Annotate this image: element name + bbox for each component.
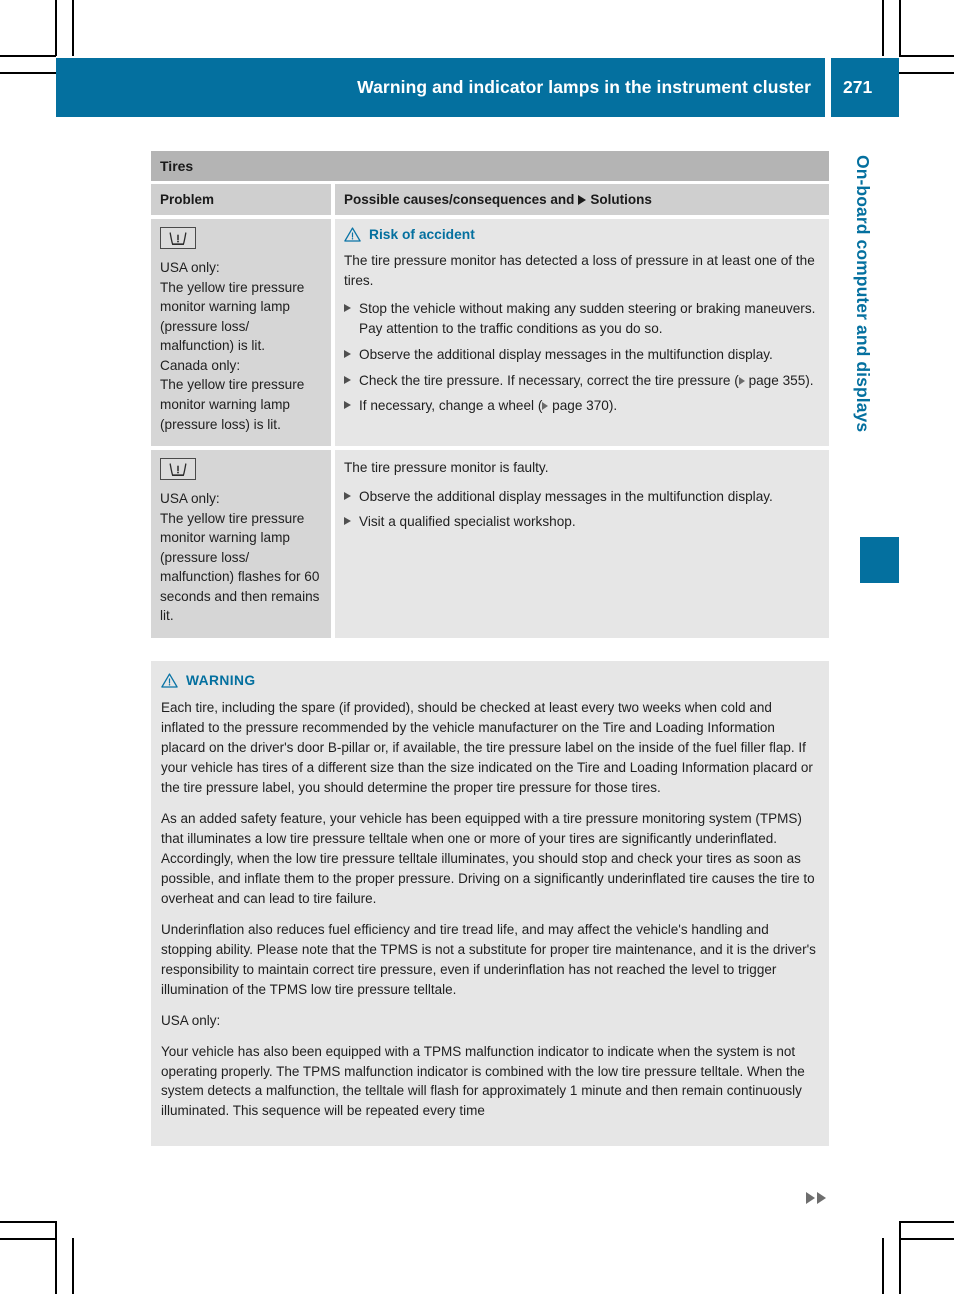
page-ref-triangle-icon — [542, 402, 549, 411]
crop-mark-top-right-v2 — [899, 0, 901, 56]
solution-step-text: Visit a qualified specialist workshop. — [359, 514, 576, 530]
page-reference-label: page 355 — [748, 372, 806, 388]
solution-step: Visit a qualified specialist workshop. — [344, 512, 817, 532]
crop-mark-bottom-left-v1 — [55, 1221, 57, 1294]
warning-triangle-icon — [344, 227, 361, 242]
warning-paragraph: Underinflation also reduces fuel efficie… — [161, 921, 816, 997]
warning-paragraph: Your vehicle has also been equipped with… — [161, 1043, 805, 1119]
crop-mark-top-left-v1 — [55, 0, 57, 56]
warning-triangle-icon — [161, 673, 178, 688]
table-header-row: Problem Possible causes/consequences and… — [151, 184, 829, 215]
continuation-arrows-icon — [806, 1192, 826, 1204]
page-header-bar: Warning and indicator lamps in the instr… — [56, 58, 825, 117]
risk-heading: Risk of accident — [344, 227, 817, 242]
page-title: Warning and indicator lamps in the instr… — [357, 77, 811, 97]
warning-paragraph: USA only: — [161, 1012, 221, 1028]
problem-line: The yellow tire pressure monitor warning… — [160, 510, 320, 624]
table-header-solutions-prefix: Possible causes/consequences and — [344, 192, 575, 207]
table-header-solutions-suffix: Solutions — [590, 192, 652, 207]
crop-mark-top-left-h1 — [0, 55, 56, 57]
continuation-arrow-1 — [806, 1192, 815, 1204]
solution-step: Stop the vehicle without making any sudd… — [344, 299, 817, 338]
chapter-tab-marker — [860, 537, 899, 583]
table-caption: Tires — [151, 151, 829, 181]
step-triangle-icon — [344, 401, 351, 410]
solid-triangle-icon — [578, 195, 587, 205]
step-triangle-icon — [344, 349, 351, 358]
problem-line: The yellow tire pressure monitor warning… — [160, 377, 305, 432]
warning-paragraph: Each tire, including the spare (if provi… — [161, 700, 813, 795]
page-number-block: 271 — [831, 58, 899, 117]
table-cell-problem: USA only: The yellow tire pressure monit… — [151, 450, 331, 638]
crop-mark-bottom-left-h1 — [0, 1221, 56, 1223]
solution-step-text: Observe the additional display messages … — [359, 346, 773, 362]
step-triangle-icon — [344, 304, 351, 313]
tpms-telltale-icon — [160, 458, 196, 481]
crop-mark-bottom-right-h1 — [899, 1221, 954, 1223]
table-row: USA only: The yellow tire pressure monit… — [151, 450, 829, 638]
table-header-solutions: Possible causes/consequences and Solution… — [335, 184, 829, 215]
tpms-telltale-icon — [160, 227, 196, 249]
solution-steps: Observe the additional display messages … — [344, 487, 817, 532]
crop-mark-top-right-h1 — [899, 55, 954, 57]
warning-box-heading-label: WARNING — [186, 673, 256, 688]
cause-text: The tire pressure monitor has detected a… — [344, 253, 815, 288]
continuation-arrow-2 — [817, 1192, 826, 1204]
warning-box: WARNING Each tire, including the spare (… — [151, 661, 829, 1147]
problem-line: The yellow tire pressure monitor warning… — [160, 279, 305, 354]
table-cell-problem: USA only: The yellow tire pressure monit… — [151, 219, 331, 447]
crop-mark-bottom-right-h2 — [899, 1238, 954, 1240]
page-content: Tires Problem Possible causes/consequenc… — [151, 151, 829, 1147]
warning-box-heading: WARNING — [161, 673, 818, 688]
table-row: USA only: The yellow tire pressure monit… — [151, 219, 829, 447]
table-cell-solutions: The tire pressure monitor is faulty. Obs… — [335, 450, 829, 638]
table-header-problem: Problem — [151, 184, 331, 215]
warning-paragraph: As an added safety feature, your vehicle… — [161, 810, 815, 906]
step-triangle-icon — [344, 375, 351, 384]
solution-step: Observe the additional display messages … — [344, 345, 817, 365]
crop-mark-bottom-right-v1 — [899, 1221, 901, 1294]
crop-mark-top-left-v2 — [72, 0, 74, 56]
crop-mark-top-left-h2 — [0, 72, 56, 74]
page-reference[interactable]: ( page 355). — [734, 373, 813, 388]
risk-heading-label: Risk of accident — [369, 227, 475, 242]
crop-mark-bottom-right-v2 — [882, 1238, 884, 1294]
solution-step-text: Stop the vehicle without making any sudd… — [359, 301, 816, 337]
problem-line: USA only: — [160, 260, 220, 275]
page-ref-triangle-icon — [738, 376, 745, 385]
solution-step-text: If necessary, change a wheel — [359, 398, 535, 414]
solution-steps: Stop the vehicle without making any sudd… — [344, 299, 817, 416]
crop-mark-top-right-v1 — [882, 0, 884, 56]
solution-step: Observe the additional display messages … — [344, 487, 817, 507]
table-cell-solutions: Risk of accident The tire pressure monit… — [335, 219, 829, 447]
page-number: 271 — [843, 77, 873, 97]
chapter-tab-label: On-board computer and displays — [853, 155, 873, 433]
solution-step-text: Observe the additional display messages … — [359, 488, 773, 504]
problem-solution-table: Problem Possible causes/consequences and… — [151, 184, 829, 638]
step-triangle-icon — [344, 491, 351, 500]
solution-step-text: Check the tire pressure. If necessary, c… — [359, 372, 731, 388]
page-reference[interactable]: ( page 370). — [538, 398, 617, 413]
crop-mark-top-right-h2 — [899, 72, 954, 74]
solution-step: If necessary, change a wheel ( page 370)… — [344, 396, 817, 416]
cause-text: The tire pressure monitor is faulty. — [344, 460, 549, 476]
crop-mark-bottom-left-v2 — [72, 1238, 74, 1294]
problem-line: USA only: — [160, 491, 220, 507]
step-triangle-icon — [344, 517, 351, 526]
problem-line: Canada only: — [160, 357, 241, 373]
crop-mark-bottom-left-h2 — [0, 1238, 56, 1240]
page-reference-label: page 370 — [552, 398, 609, 414]
solution-step: Check the tire pressure. If necessary, c… — [344, 371, 817, 391]
